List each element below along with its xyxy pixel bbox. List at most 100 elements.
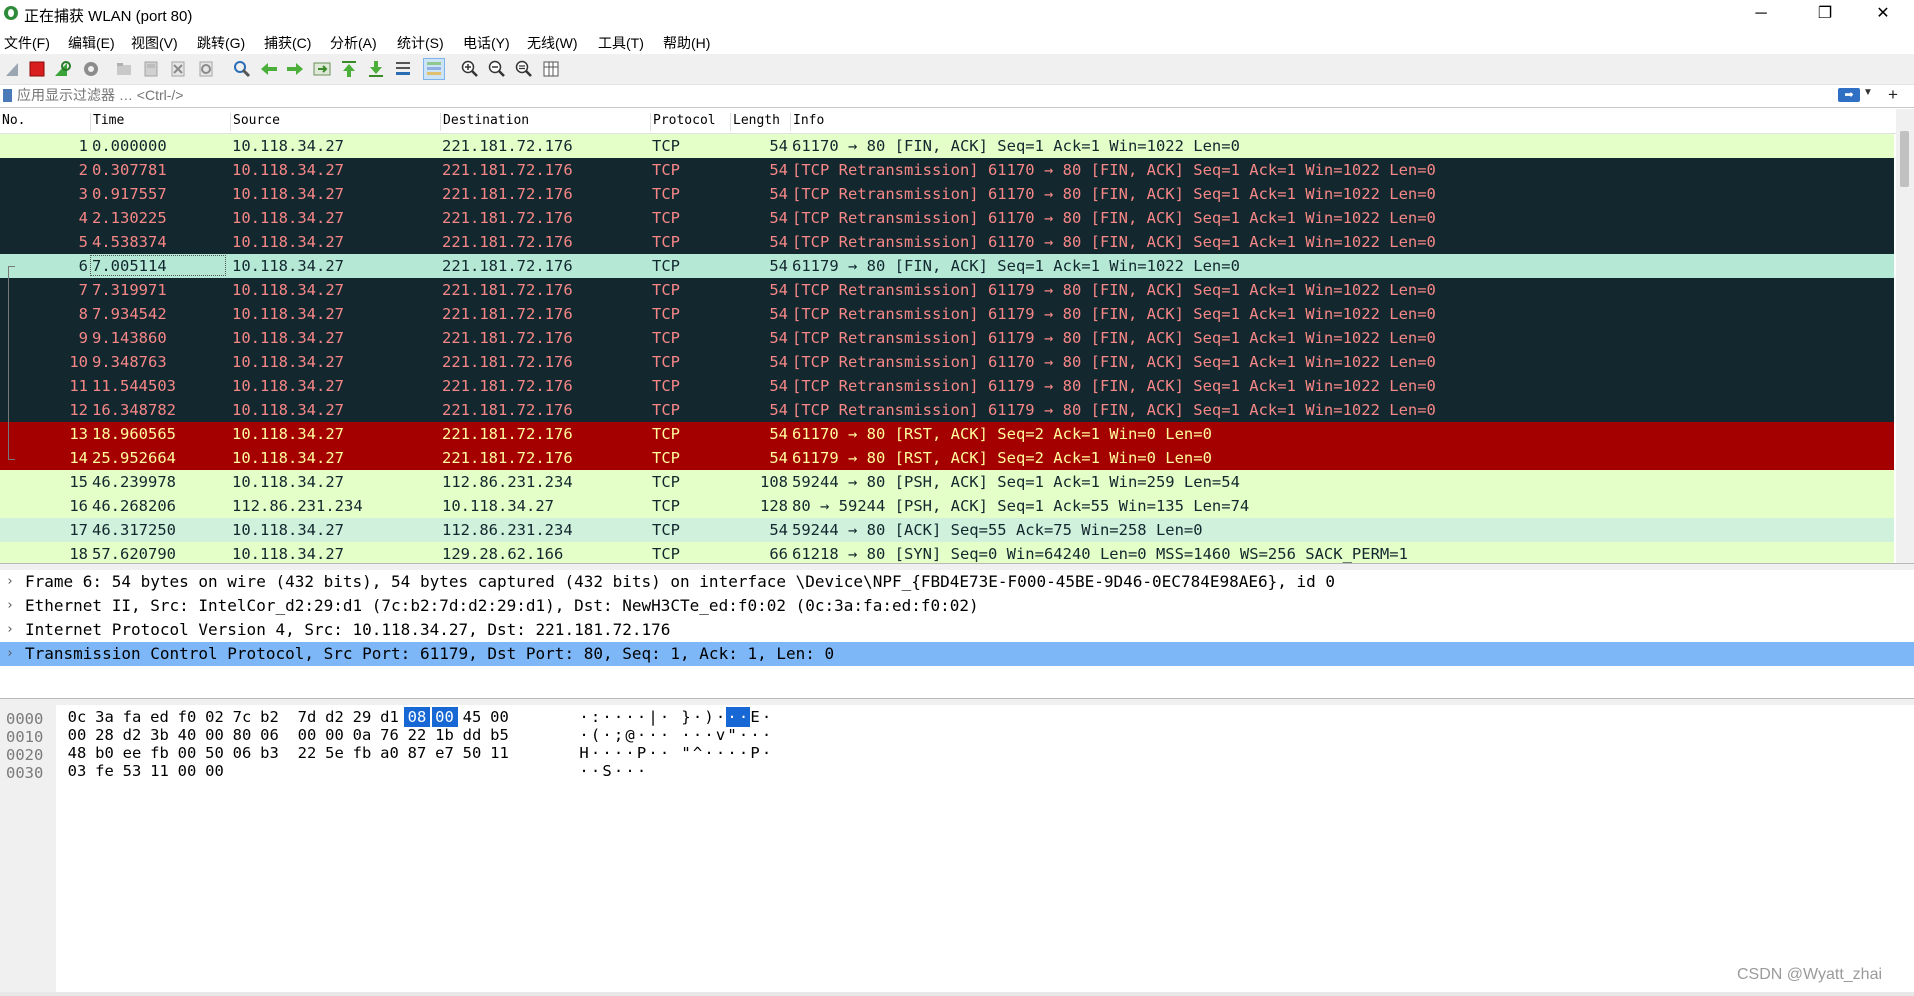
shark-fin-start-icon[interactable]: [3, 59, 23, 79]
packet-row[interactable]: 16 46.268206 112.86.231.234 10.118.34.27 TCP…: [0, 494, 1894, 518]
hex-byte[interactable]: 76: [377, 725, 403, 745]
hex-byte[interactable]: fb: [147, 743, 173, 763]
hex-byte[interactable]: 00: [174, 761, 200, 781]
ascii-char[interactable]: ·: [613, 761, 625, 781]
ascii-char[interactable]: ·: [613, 707, 625, 727]
packet-row[interactable]: 17 46.317250 10.118.34.27 112.86.231.234 TCP…: [0, 518, 1894, 542]
packet-row[interactable]: 6 7.005114 10.118.34.27 221.181.72.176 TCP 54…: [0, 254, 1894, 278]
normal-size-icon[interactable]: [514, 59, 534, 79]
ascii-char[interactable]: ·: [715, 743, 727, 763]
column-header-length[interactable]: Length: [730, 113, 780, 131]
ascii-char[interactable]: ·: [624, 707, 636, 727]
hex-byte[interactable]: 00: [64, 725, 90, 745]
ascii-char[interactable]: ·: [737, 707, 750, 727]
hex-byte[interactable]: 3a: [92, 707, 118, 727]
hex-byte[interactable]: 02: [202, 707, 228, 727]
hex-byte[interactable]: d1: [377, 707, 403, 727]
ascii-char[interactable]: ·: [647, 725, 659, 745]
close-button[interactable]: ✕: [1860, 0, 1906, 28]
packet-row[interactable]: 14 25.952664 10.118.34.27 221.181.72.176 TCP…: [0, 446, 1894, 470]
hex-byte[interactable]: d2: [119, 725, 145, 745]
menu-statistics[interactable]: 统计(S): [397, 33, 444, 53]
hex-byte[interactable]: fa: [119, 707, 145, 727]
ascii-char[interactable]: ·: [624, 743, 636, 763]
ascii-char[interactable]: ·: [659, 707, 671, 727]
hex-byte[interactable]: d2: [322, 707, 348, 727]
ascii-char[interactable]: S: [601, 761, 613, 781]
hex-byte[interactable]: 08: [404, 707, 430, 727]
colorize-icon[interactable]: [423, 58, 445, 80]
packet-row[interactable]: 8 7.934542 10.118.34.27 221.181.72.176 TCP 54…: [0, 302, 1894, 326]
menu-view[interactable]: 视图(V): [131, 33, 178, 53]
expand-chevron-icon[interactable]: ›: [6, 570, 14, 594]
ascii-char[interactable]: ·: [761, 725, 773, 745]
menu-file[interactable]: 文件(F): [4, 33, 50, 53]
hex-byte[interactable]: b3: [257, 743, 283, 763]
packet-row[interactable]: 18 57.620790 10.118.34.27 129.28.62.166 TCP 6…: [0, 542, 1894, 563]
hex-byte[interactable]: 00: [322, 725, 348, 745]
ascii-char[interactable]: v: [715, 725, 727, 745]
hex-byte[interactable]: 0c: [64, 707, 90, 727]
ascii-char[interactable]: ·: [636, 761, 648, 781]
hex-byte[interactable]: 00: [174, 743, 200, 763]
ascii-char[interactable]: P: [749, 743, 761, 763]
hex-byte[interactable]: 50: [459, 743, 485, 763]
hex-byte[interactable]: 5e: [322, 743, 348, 763]
packet-row[interactable]: 11 11.544503 10.118.34.27 221.181.72.176 TCP…: [0, 374, 1894, 398]
go-first-icon[interactable]: [339, 59, 359, 79]
hex-byte[interactable]: 06: [229, 743, 255, 763]
ascii-char[interactable]: ·: [749, 725, 761, 745]
expand-chevron-icon[interactable]: ›: [6, 618, 14, 642]
menu-edit[interactable]: 编辑(E): [68, 33, 115, 53]
save-file-icon[interactable]: [141, 59, 161, 79]
hex-byte[interactable]: 50: [202, 743, 228, 763]
ascii-char[interactable]: ·: [726, 707, 738, 727]
bookmark-icon[interactable]: [3, 89, 12, 102]
ascii-char[interactable]: ·: [703, 725, 715, 745]
restore-button[interactable]: ❐: [1802, 0, 1848, 28]
ascii-char[interactable]: @: [624, 725, 636, 745]
packet-list-scrollbar[interactable]: [1896, 109, 1914, 563]
ascii-char[interactable]: ·: [692, 707, 704, 727]
hex-byte[interactable]: 11: [487, 743, 513, 763]
ascii-char[interactable]: ·: [601, 725, 613, 745]
hex-byte[interactable]: 40: [174, 725, 200, 745]
ascii-char[interactable]: ;: [613, 725, 625, 745]
packet-row[interactable]: 1 0.000000 10.118.34.27 221.181.72.176 TCP 54…: [0, 134, 1894, 158]
ascii-char[interactable]: ·: [726, 743, 738, 763]
ascii-char[interactable]: H: [578, 743, 590, 763]
column-header-time[interactable]: Time: [90, 113, 124, 131]
hex-byte[interactable]: ed: [147, 707, 173, 727]
ascii-char[interactable]: ·: [715, 707, 727, 727]
hex-byte[interactable]: dd: [459, 725, 485, 745]
apply-filter-icon[interactable]: ➡: [1838, 88, 1860, 102]
ascii-char[interactable]: ^: [692, 743, 704, 763]
column-header-no[interactable]: No.: [0, 113, 25, 131]
hex-byte[interactable]: 11: [147, 761, 173, 781]
hex-byte[interactable]: 7d: [294, 707, 320, 727]
ascii-char[interactable]: |: [647, 707, 659, 727]
detail-tree-item[interactable]: › Ethernet II, Src: IntelCor_d2:29:d1 (7c…: [0, 594, 1914, 618]
packet-row[interactable]: 12 16.348782 10.118.34.27 221.181.72.176 TCP…: [0, 398, 1894, 422]
ascii-char[interactable]: ·: [578, 707, 590, 727]
menu-telephony[interactable]: 电话(Y): [463, 33, 510, 53]
scrollbar-thumb[interactable]: [1900, 131, 1909, 187]
hex-byte[interactable]: 29: [349, 707, 375, 727]
ascii-char[interactable]: ·: [601, 707, 613, 727]
hex-byte[interactable]: 7c: [229, 707, 255, 727]
menu-analyze[interactable]: 分析(A): [330, 33, 377, 53]
hex-byte[interactable]: 22: [294, 743, 320, 763]
ascii-char[interactable]: ": [726, 725, 738, 745]
find-packet-icon[interactable]: [232, 59, 252, 79]
column-header-destination[interactable]: Destination: [440, 113, 529, 131]
expand-chevron-icon[interactable]: ›: [6, 642, 14, 666]
stop-capture-icon[interactable]: [27, 59, 47, 79]
close-file-icon[interactable]: [168, 59, 188, 79]
ascii-char[interactable]: ): [703, 707, 715, 727]
menu-help[interactable]: 帮助(H): [663, 33, 710, 53]
hex-byte[interactable]: b5: [487, 725, 513, 745]
menu-tools[interactable]: 工具(T): [598, 33, 644, 53]
open-file-icon[interactable]: [114, 59, 134, 79]
ascii-char[interactable]: ·: [624, 761, 636, 781]
expand-chevron-icon[interactable]: ›: [6, 594, 14, 618]
